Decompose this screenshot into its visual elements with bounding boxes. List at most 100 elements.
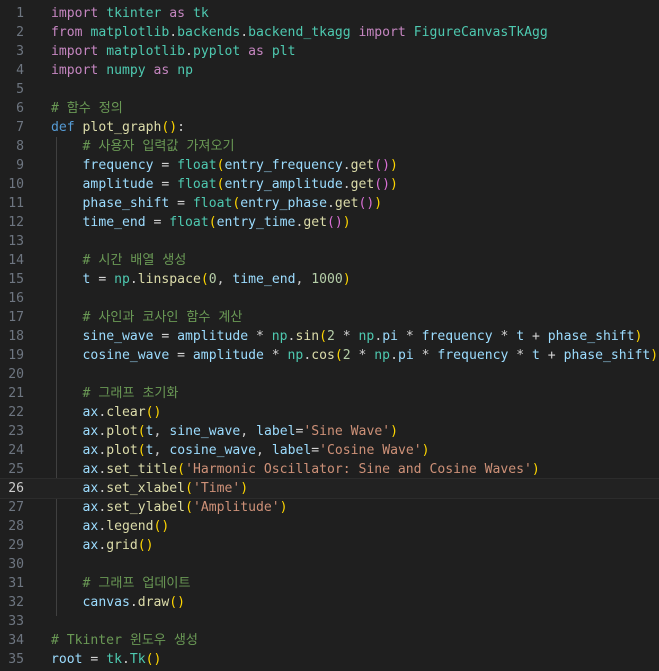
code-line[interactable]: 12 time_end = float(entry_time.get()) (0, 213, 659, 232)
code-line[interactable]: 30 (0, 555, 659, 574)
code-line[interactable]: 25 ax.set_title('Harmonic Oscillator: Si… (0, 460, 659, 479)
code-line[interactable]: 22 ax.clear() (0, 403, 659, 422)
code-token: ax (82, 519, 99, 534)
code-token: . (129, 595, 138, 610)
code-token: tk (192, 6, 209, 21)
code-line[interactable]: 14 # 시간 배열 생성 (0, 251, 659, 270)
code-token: ) (390, 177, 398, 192)
code-token: root (51, 652, 83, 667)
code-line[interactable]: 4 import numpy as np (0, 61, 659, 80)
line-number: 23 (8, 424, 24, 439)
code-line[interactable]: 16 (0, 289, 659, 308)
code-line[interactable]: 24 ax.plot(t, cosine_wave, label='Cosine… (0, 441, 659, 460)
code-line[interactable]: 23 ax.plot(t, sine_wave, label='Sine Wav… (0, 422, 659, 441)
code-token: ) (279, 500, 288, 515)
code-text: # 그래프 업데이트 (51, 574, 191, 593)
code-token: = (153, 158, 178, 173)
code-line[interactable]: 20 (0, 365, 659, 384)
code-line[interactable]: 34 # Tkinter 윈도우 생성 (0, 631, 659, 650)
code-line[interactable]: 27 ax.set_ylabel('Amplitude') (0, 498, 659, 517)
code-line[interactable]: 19 cosine_wave = amplitude * np.cos(2 * … (0, 346, 659, 365)
code-token: t (532, 348, 540, 363)
code-token: ( (200, 272, 209, 287)
code-token: numpy (106, 63, 146, 78)
code-line[interactable]: 35 root = tk.Tk() (0, 650, 659, 669)
code-token: = (90, 272, 115, 287)
code-token: , (216, 272, 233, 287)
code-token: 0 (208, 272, 217, 287)
line-number: 11 (8, 196, 24, 211)
current-code-line[interactable]: 26 ax.set_xlabel('Time') (0, 478, 659, 499)
code-line[interactable]: 6 # 함수 정의 (0, 99, 659, 118)
line-number: 31 (8, 576, 24, 591)
code-token: * (508, 348, 533, 363)
code-line[interactable]: 15 t = np.linspace(0, time_end, 1000) (0, 270, 659, 289)
code-line[interactable]: 29 ax.grid() (0, 536, 659, 555)
code-line[interactable]: 2 from matplotlib.backends.backend_tkagg … (0, 23, 659, 42)
code-line[interactable]: 3 import matplotlib.pyplot as plt (0, 42, 659, 61)
code-token: get (350, 158, 375, 173)
code-token: time_end (82, 215, 146, 230)
line-number: 25 (8, 462, 24, 477)
code-token: ax (82, 538, 99, 553)
code-token: * (397, 329, 422, 344)
code-token: 'Harmonic Oscillator: Sine and Cosine Wa… (185, 462, 532, 477)
code-token: FigureCanvasTkAgg (413, 25, 548, 40)
code-token: set_xlabel (106, 481, 186, 496)
code-comment: # 사용자 입력값 가져오기 (82, 139, 235, 154)
code-token: plot (106, 443, 138, 458)
code-token: get (303, 215, 327, 230)
code-line[interactable]: 9 frequency = float(entry_frequency.get(… (0, 156, 659, 175)
code-token: ( (185, 481, 193, 496)
code-token: label (271, 443, 312, 458)
code-token: sin (295, 329, 320, 344)
code-line[interactable]: 21 # 그래프 초기화 (0, 384, 659, 403)
line-number: 1 (16, 6, 24, 21)
code-token: = (153, 329, 178, 344)
code-token: backend_tkagg (248, 25, 351, 40)
code-token: ( (177, 462, 186, 477)
code-token: np (114, 272, 130, 287)
code-line[interactable]: 28 ax.legend() (0, 517, 659, 536)
code-token: amplitude (82, 177, 154, 192)
code-token: t (145, 424, 154, 439)
code-line[interactable]: 13 (0, 232, 659, 251)
code-token: ( (208, 215, 217, 230)
code-line[interactable]: 8 # 사용자 입력값 가져오기 (0, 137, 659, 156)
code-line[interactable]: 7 def plot_graph(): (0, 118, 659, 137)
code-token: = (169, 196, 193, 211)
code-line[interactable]: 18 sine_wave = amplitude * np.sin(2 * np… (0, 327, 659, 346)
code-token: clear (106, 405, 146, 420)
code-line[interactable]: 1 import tkinter as tk (0, 4, 659, 23)
code-token: * (492, 329, 517, 344)
line-number: 28 (8, 519, 24, 534)
code-token: = (169, 348, 193, 363)
code-token: , (240, 424, 257, 439)
code-token: pi (397, 348, 414, 363)
code-token: phase_shift (563, 348, 651, 363)
code-line[interactable]: 17 # 사인과 코사인 함수 계산 (0, 308, 659, 327)
code-line[interactable]: 31 # 그래프 업데이트 (0, 574, 659, 593)
code-line[interactable]: 33 (0, 612, 659, 631)
code-token: , (153, 424, 170, 439)
code-token: tk (106, 652, 122, 667)
code-token: grid (106, 538, 138, 553)
code-token: * (248, 329, 272, 344)
code-editor[interactable]: 1 import tkinter as tk 2 from matplotlib.ba… (0, 0, 659, 671)
code-token: ( (319, 329, 327, 344)
code-line[interactable]: 11 phase_shift = float(entry_phase.get()… (0, 194, 659, 213)
code-line[interactable]: 32 canvas.draw() (0, 593, 659, 612)
code-token: np (374, 348, 391, 363)
code-line[interactable]: 10 amplitude = float(entry_amplitude.get… (0, 175, 659, 194)
code-token: ( (185, 500, 193, 515)
code-token: canvas (82, 595, 130, 610)
code-text: import matplotlib.pyplot as plt (51, 42, 295, 61)
code-token: ) (169, 120, 178, 135)
code-line[interactable]: 5 (0, 80, 659, 99)
